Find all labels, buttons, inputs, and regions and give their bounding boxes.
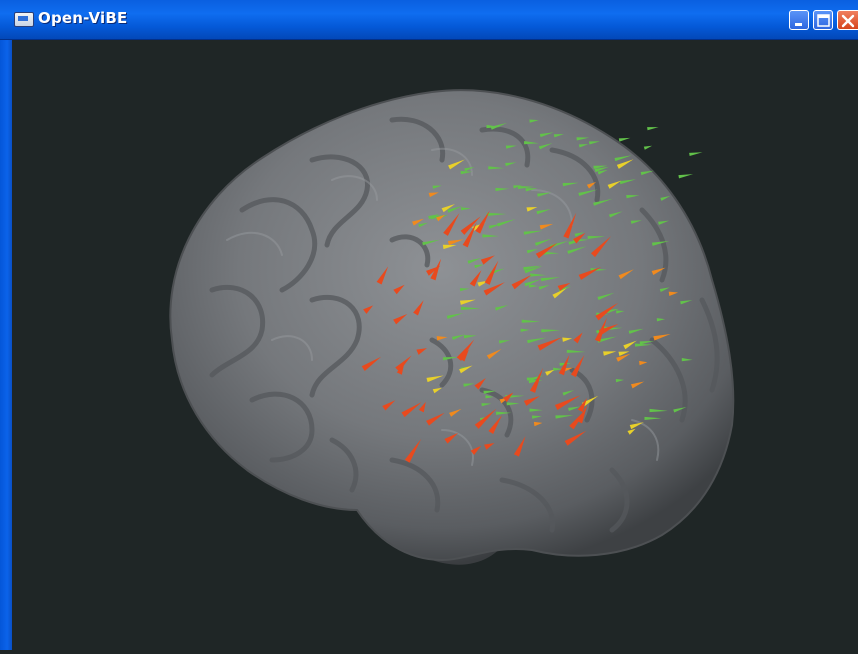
title-bar[interactable]: Open-ViBE <box>0 0 858 40</box>
field-arrow <box>689 152 703 156</box>
3d-viewport[interactable] <box>12 40 858 650</box>
field-arrow <box>647 127 659 131</box>
maximize-button[interactable] <box>813 10 833 30</box>
field-arrow <box>643 145 653 150</box>
close-button[interactable] <box>837 10 858 30</box>
brain-surface <box>169 89 735 562</box>
window-frame-left <box>0 40 12 650</box>
field-arrow <box>618 137 631 142</box>
window-title: Open-ViBE <box>38 9 128 27</box>
brain-scene[interactable] <box>12 40 858 650</box>
app-window-icon[interactable] <box>14 12 34 27</box>
minimize-icon <box>795 23 802 26</box>
maximize-icon <box>817 14 830 27</box>
field-arrow <box>678 174 694 179</box>
open-vibe-window: Open-ViBE <box>0 0 858 650</box>
close-icon <box>841 14 855 28</box>
minimize-button[interactable] <box>789 10 809 30</box>
